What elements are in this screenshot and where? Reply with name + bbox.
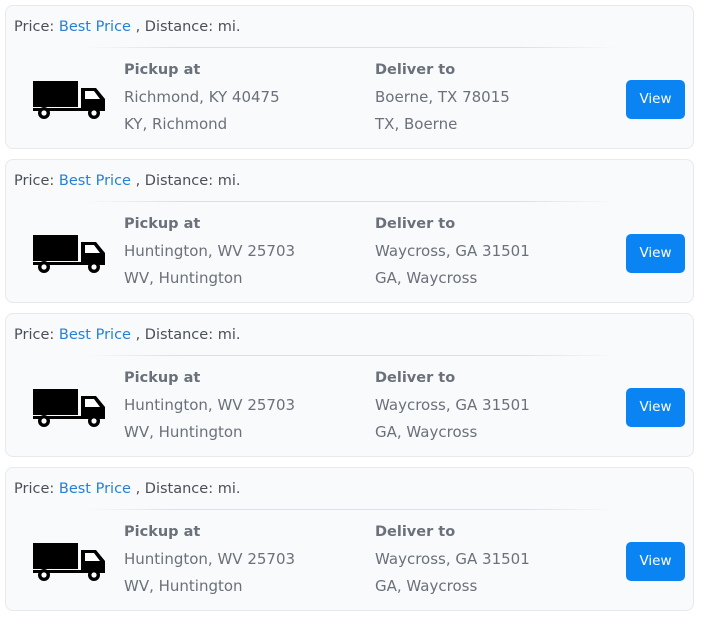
- pickup-block: Pickup at Huntington, WV 25703 WV, Hunti…: [124, 213, 295, 289]
- view-button[interactable]: View: [626, 388, 685, 427]
- pickup-block: Pickup at Huntington, WV 25703 WV, Hunti…: [124, 367, 295, 443]
- deliver-block: Deliver to Waycross, GA 31501 GA, Waycro…: [375, 213, 530, 289]
- best-price-link[interactable]: Best Price: [59, 173, 131, 189]
- price-prefix: Price:: [14, 173, 59, 189]
- pickup-heading: Pickup at: [124, 370, 201, 386]
- deliver-heading: Deliver to: [375, 216, 456, 232]
- deliver-region: TX, Boerne: [375, 115, 458, 133]
- pickup-address: Huntington, WV 25703: [124, 550, 296, 568]
- price-prefix: Price:: [14, 481, 59, 497]
- truck-icon: [33, 235, 105, 273]
- distance-text: , Distance: mi.: [130, 19, 241, 35]
- price-line: Price: Best Price , Distance: mi.: [14, 325, 240, 345]
- deliver-address: Waycross, GA 31501: [375, 550, 530, 568]
- price-line: Price: Best Price , Distance: mi.: [14, 479, 240, 499]
- load-card: Price: Best Price , Distance: mi. Pickup…: [5, 159, 694, 303]
- view-button[interactable]: View: [626, 542, 685, 581]
- best-price-link[interactable]: Best Price: [59, 481, 131, 497]
- price-line: Price: Best Price , Distance: mi.: [14, 17, 240, 37]
- pickup-heading: Pickup at: [124, 524, 201, 540]
- truck-icon: [33, 389, 105, 427]
- pickup-block: Pickup at Richmond, KY 40475 KY, Richmon…: [124, 59, 280, 135]
- truck-icon: [33, 543, 105, 581]
- pickup-region: KY, Richmond: [124, 115, 228, 133]
- divider: [84, 47, 617, 48]
- distance-text: , Distance: mi.: [130, 481, 241, 497]
- load-card: Price: Best Price , Distance: mi. Pickup…: [5, 5, 694, 149]
- best-price-link[interactable]: Best Price: [59, 19, 131, 35]
- load-list: Price: Best Price , Distance: mi. Pickup…: [0, 0, 702, 618]
- deliver-heading: Deliver to: [375, 370, 456, 386]
- load-card: Price: Best Price , Distance: mi. Pickup…: [5, 467, 694, 611]
- deliver-block: Deliver to Waycross, GA 31501 GA, Waycro…: [375, 521, 530, 597]
- divider: [84, 509, 617, 510]
- price-prefix: Price:: [14, 327, 59, 343]
- pickup-heading: Pickup at: [124, 216, 201, 232]
- deliver-block: Deliver to Waycross, GA 31501 GA, Waycro…: [375, 367, 530, 443]
- pickup-address: Huntington, WV 25703: [124, 396, 296, 414]
- deliver-region: GA, Waycross: [375, 577, 478, 595]
- deliver-address: Boerne, TX 78015: [375, 88, 510, 106]
- pickup-region: WV, Huntington: [124, 423, 243, 441]
- view-button[interactable]: View: [626, 234, 685, 273]
- distance-text: , Distance: mi.: [130, 327, 241, 343]
- pickup-region: WV, Huntington: [124, 269, 243, 287]
- pickup-block: Pickup at Huntington, WV 25703 WV, Hunti…: [124, 521, 295, 597]
- pickup-address: Richmond, KY 40475: [124, 88, 280, 106]
- deliver-heading: Deliver to: [375, 524, 456, 540]
- deliver-block: Deliver to Boerne, TX 78015 TX, Boerne: [375, 59, 510, 135]
- view-button[interactable]: View: [626, 80, 685, 119]
- truck-icon: [33, 81, 105, 119]
- pickup-heading: Pickup at: [124, 62, 201, 78]
- deliver-region: GA, Waycross: [375, 423, 478, 441]
- divider: [84, 201, 617, 202]
- pickup-address: Huntington, WV 25703: [124, 242, 296, 260]
- divider: [84, 355, 617, 356]
- pickup-region: WV, Huntington: [124, 577, 243, 595]
- deliver-region: GA, Waycross: [375, 269, 478, 287]
- deliver-address: Waycross, GA 31501: [375, 396, 530, 414]
- load-card: Price: Best Price , Distance: mi. Pickup…: [5, 313, 694, 457]
- best-price-link[interactable]: Best Price: [59, 327, 131, 343]
- distance-text: , Distance: mi.: [130, 173, 241, 189]
- price-prefix: Price:: [14, 19, 59, 35]
- deliver-heading: Deliver to: [375, 62, 456, 78]
- price-line: Price: Best Price , Distance: mi.: [14, 171, 240, 191]
- deliver-address: Waycross, GA 31501: [375, 242, 530, 260]
